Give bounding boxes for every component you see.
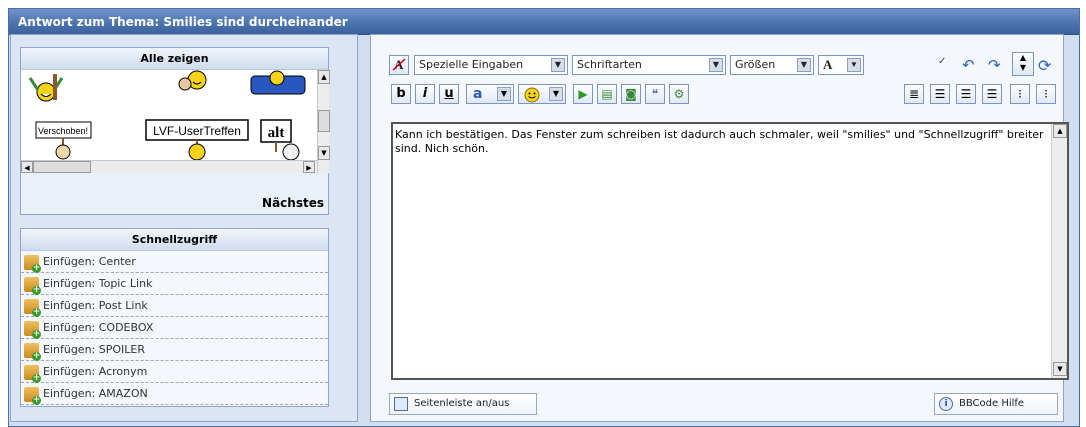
editor-scrollbar[interactable]: ▲ ▼ — [1051, 124, 1067, 378]
sidebar-icon — [394, 397, 408, 411]
smilies-vertical-scrollbar[interactable]: ▲ ▼ — [317, 70, 330, 173]
smiley-sign-alt-icon[interactable]: alt — [259, 118, 307, 160]
font-color-select[interactable]: A ▼ — [818, 55, 864, 75]
scroll-down-icon[interactable]: ▼ — [318, 146, 330, 160]
chevron-down-icon: ▼ — [709, 58, 723, 72]
quick-item[interactable]: Einfügen: Topic Link — [21, 273, 328, 295]
insert-quote-icon[interactable]: ❝ — [645, 84, 665, 104]
bold-button[interactable]: b — [391, 84, 411, 104]
align-right-icon[interactable]: ☰ — [982, 84, 1002, 104]
scroll-thumb[interactable] — [318, 110, 330, 132]
scroll-right-icon[interactable]: ▶ — [303, 161, 315, 173]
ordered-list-icon[interactable]: ⁝ — [1010, 84, 1030, 104]
sidebar-toggle-button[interactable]: Seitenleiste an/aus — [389, 393, 537, 415]
quick-item-label: Einfügen: Center — [43, 255, 136, 268]
font-size-select[interactable]: Größen ▼ — [730, 55, 814, 75]
insert-code-icon[interactable]: ⚙ — [669, 84, 689, 104]
undo-icon[interactable]: ↶ — [962, 56, 982, 76]
message-textarea[interactable]: Kann ich bestätigen. Das Fenster zum sch… — [391, 122, 1069, 380]
quick-item[interactable]: Einfügen: SPOILER — [21, 339, 328, 361]
smilies-box: Alle zeigen Verschoben! LVF-UserTreffen … — [20, 47, 330, 215]
quick-item-label: Einfügen: Topic Link — [43, 277, 153, 290]
scroll-up-icon[interactable]: ▲ — [1053, 124, 1067, 138]
insert-icon — [24, 342, 41, 361]
chevron-down-icon: ▼ — [497, 87, 511, 101]
chevron-down-icon: ▼ — [551, 58, 565, 72]
quick-item-label: Einfügen: CODEBOX — [43, 321, 154, 334]
underline-button[interactable]: u — [439, 84, 459, 104]
quick-item[interactable]: Einfügen: Acronym — [21, 361, 328, 383]
smilies-next-link[interactable]: Nächstes — [262, 196, 324, 210]
remove-format-icon[interactable]: A — [389, 55, 409, 75]
insert-icon — [24, 364, 41, 383]
smiley-verschoben-text: Verschoben! — [38, 126, 88, 136]
insert-link-icon[interactable]: ▶ — [573, 84, 593, 104]
scroll-left-icon[interactable]: ◀ — [21, 161, 33, 173]
quick-item-label: Einfügen: SPOILER — [43, 343, 145, 356]
window-title: Antwort zum Thema: Smilies sind durchein… — [9, 9, 1079, 35]
quick-access-box: Schnellzugriff Einfügen: Center Einfügen… — [20, 228, 329, 407]
quick-access-header: Schnellzugriff — [21, 229, 328, 251]
insert-icon — [24, 320, 41, 339]
scroll-down-icon[interactable]: ▼ — [1053, 362, 1067, 376]
font-family-select[interactable]: Schriftarten ▼ — [572, 55, 726, 75]
insert-icon — [24, 276, 41, 295]
italic-button[interactable]: i — [415, 84, 435, 104]
quick-item[interactable]: Einfügen: AMAZON — [21, 383, 328, 405]
smiley-sign-usertreffen-icon[interactable]: LVF-UserTreffen — [145, 118, 251, 160]
align-center-icon[interactable]: ☰ — [956, 84, 976, 104]
hscroll-thumb[interactable] — [33, 161, 91, 173]
insert-icon — [24, 386, 41, 405]
smilies-horizontal-scrollbar[interactable]: ◀ ▶ — [21, 160, 317, 173]
bbcode-help-button[interactable]: i BBCode Hilfe — [934, 393, 1058, 415]
refresh-icon[interactable]: ⟳ — [1038, 56, 1058, 76]
scroll-up-icon[interactable]: ▲ — [318, 70, 330, 84]
smiley-wave-icon[interactable] — [173, 70, 213, 98]
message-text: Kann ich bestätigen. Das Fenster zum sch… — [395, 128, 1044, 155]
quick-item[interactable]: Einfügen: Center — [21, 251, 328, 273]
smilies-grid: Verschoben! LVF-UserTreffen alt — [21, 70, 317, 160]
chevron-down-icon: ▼ — [549, 87, 563, 101]
smiley-sign-verschoben-icon[interactable]: Verschoben! — [35, 120, 93, 160]
highlight-select[interactable]: a ▼ — [466, 84, 514, 104]
outdent-icon[interactable]: ≣ — [904, 84, 924, 104]
quick-item[interactable]: Einfügen: CODEBOX — [21, 317, 328, 339]
info-icon: i — [939, 397, 953, 411]
quick-item-label: Einfügen: Post Link — [43, 299, 148, 312]
quick-item-label: Einfügen: AMAZON — [43, 387, 148, 400]
chevron-down-icon: ▼ — [847, 58, 861, 72]
unordered-list-icon[interactable]: ⁝ — [1036, 84, 1056, 104]
quick-item[interactable]: Einfügen: Post Link — [21, 295, 328, 317]
smiley-cheer-icon[interactable] — [26, 74, 66, 102]
smiley-select[interactable]: ▼ — [518, 84, 566, 104]
smiley-usertreffen-text: LVF-UserTreffen — [153, 124, 241, 138]
insert-icon — [24, 254, 41, 273]
quick-item-label: Einfügen: Acronym — [43, 365, 148, 378]
insert-image-icon[interactable]: ▤ — [597, 84, 617, 104]
smiley-icon — [524, 87, 540, 102]
align-left-icon[interactable]: ☰ — [930, 84, 950, 104]
insert-media-icon[interactable]: ◙ — [621, 84, 641, 104]
redo-icon[interactable]: ↷ — [988, 56, 1008, 76]
special-input-select[interactable]: Spezielle Eingaben ▼ — [414, 55, 568, 75]
insert-icon — [24, 298, 41, 317]
smiley-sofa-icon[interactable] — [249, 70, 309, 96]
smiley-alt-text: alt — [268, 125, 285, 141]
spellcheck-icon[interactable]: ✓ — [938, 56, 956, 74]
chevron-down-icon: ▼ — [797, 58, 811, 72]
resize-icon[interactable]: ▲ ▼ — [1012, 52, 1034, 76]
smilies-show-all[interactable]: Alle zeigen — [21, 48, 328, 70]
